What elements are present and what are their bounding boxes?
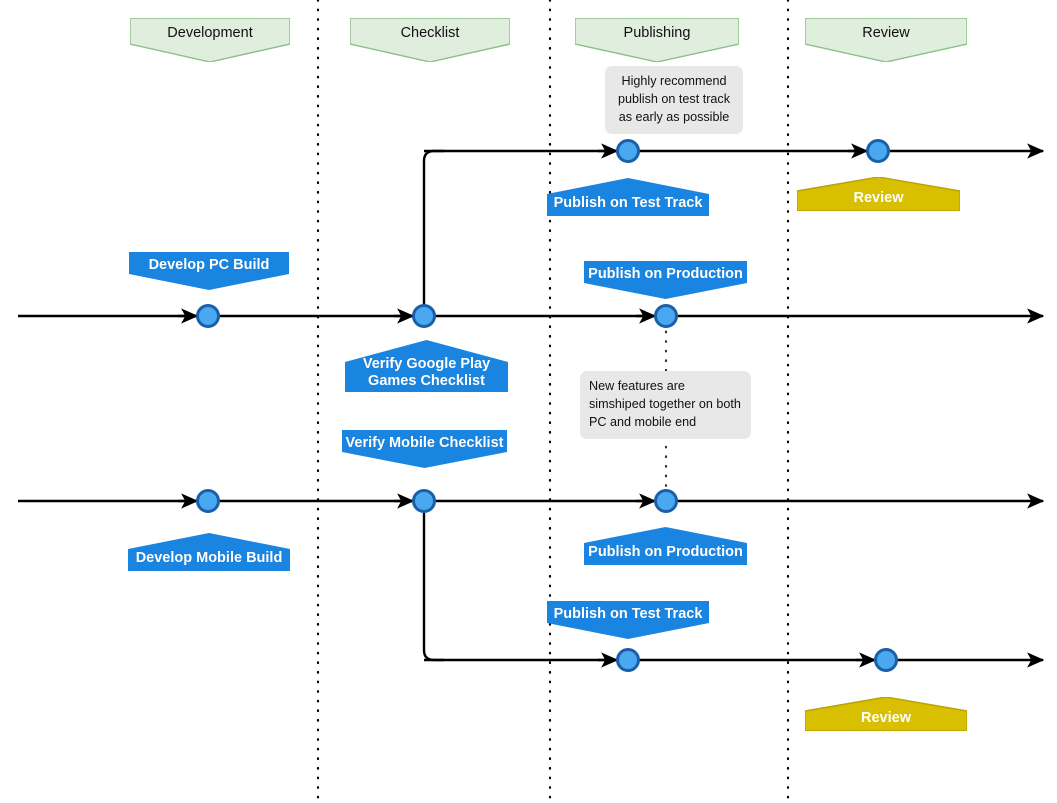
timeline-tracks <box>18 143 1045 668</box>
phase-header-label: Publishing <box>623 25 691 41</box>
label-verify-mobile-checklist: Verify Mobile Checklist <box>342 430 507 468</box>
phase-header-label: Checklist <box>400 25 460 41</box>
label-develop-mobile-build: Develop Mobile Build <box>128 533 290 571</box>
node-verify-mobile-checklist[interactable] <box>412 489 436 513</box>
label-publish-on-production-pc: Publish on Production <box>584 261 747 299</box>
branch-pc-to-test-track <box>422 149 444 316</box>
node-publish-production-mobile[interactable] <box>654 489 678 513</box>
node-develop-pc-build[interactable] <box>196 304 220 328</box>
node-review-pc[interactable] <box>866 139 890 163</box>
label-publish-on-test-track-mobile: Publish on Test Track <box>547 601 709 639</box>
note-test-track-recommendation: Highly recommend publish on test track a… <box>605 66 743 134</box>
node-verify-pc-checklist[interactable] <box>412 304 436 328</box>
node-review-mobile[interactable] <box>874 648 898 672</box>
diagram-canvas <box>18 0 1045 803</box>
label-verify-google-play-games-checklist-text: Verify Google Play Games Checklist <box>362 355 491 389</box>
note-simship: New features are simshiped together on b… <box>580 371 751 439</box>
phase-header-review: Review <box>805 18 967 62</box>
phase-header-label: Review <box>862 25 910 41</box>
label-develop-mobile-build-text: Develop Mobile Build <box>135 549 283 566</box>
label-develop-pc-build-text: Develop PC Build <box>148 257 270 273</box>
timeline-diagram: Development Checklist Publishing Review … <box>0 0 1057 803</box>
label-publish-on-production-mobile-text: Publish on Production <box>588 543 743 560</box>
label-publish-on-test-track-mobile-text: Publish on Test Track <box>553 606 703 622</box>
label-publish-on-test-track-pc-text: Publish on Test Track <box>553 194 703 211</box>
label-develop-pc-build: Develop PC Build <box>129 252 289 290</box>
label-verify-google-play-games-checklist: Verify Google Play Games Checklist <box>345 340 508 392</box>
label-publish-on-test-track-pc: Publish on Test Track <box>547 178 709 216</box>
node-publish-test-track-pc[interactable] <box>616 139 640 163</box>
node-develop-mobile-build[interactable] <box>196 489 220 513</box>
label-review-mobile: Review <box>805 697 967 731</box>
branch-connectors <box>422 149 444 662</box>
node-publish-production-pc[interactable] <box>654 304 678 328</box>
phase-header-checklist: Checklist <box>350 18 510 62</box>
branch-mobile-to-test-track <box>422 501 444 662</box>
phase-header-publishing: Publishing <box>575 18 739 62</box>
label-publish-on-production-pc-text: Publish on Production <box>588 266 743 282</box>
label-review-mobile-text: Review <box>861 709 911 726</box>
phase-header-development: Development <box>130 18 290 62</box>
label-publish-on-production-mobile: Publish on Production <box>584 527 747 565</box>
phase-header-label: Development <box>167 25 253 41</box>
node-publish-test-track-mobile[interactable] <box>616 648 640 672</box>
label-verify-mobile-checklist-text: Verify Mobile Checklist <box>345 435 504 451</box>
label-review-pc: Review <box>797 177 960 211</box>
label-review-pc-text: Review <box>853 189 904 206</box>
